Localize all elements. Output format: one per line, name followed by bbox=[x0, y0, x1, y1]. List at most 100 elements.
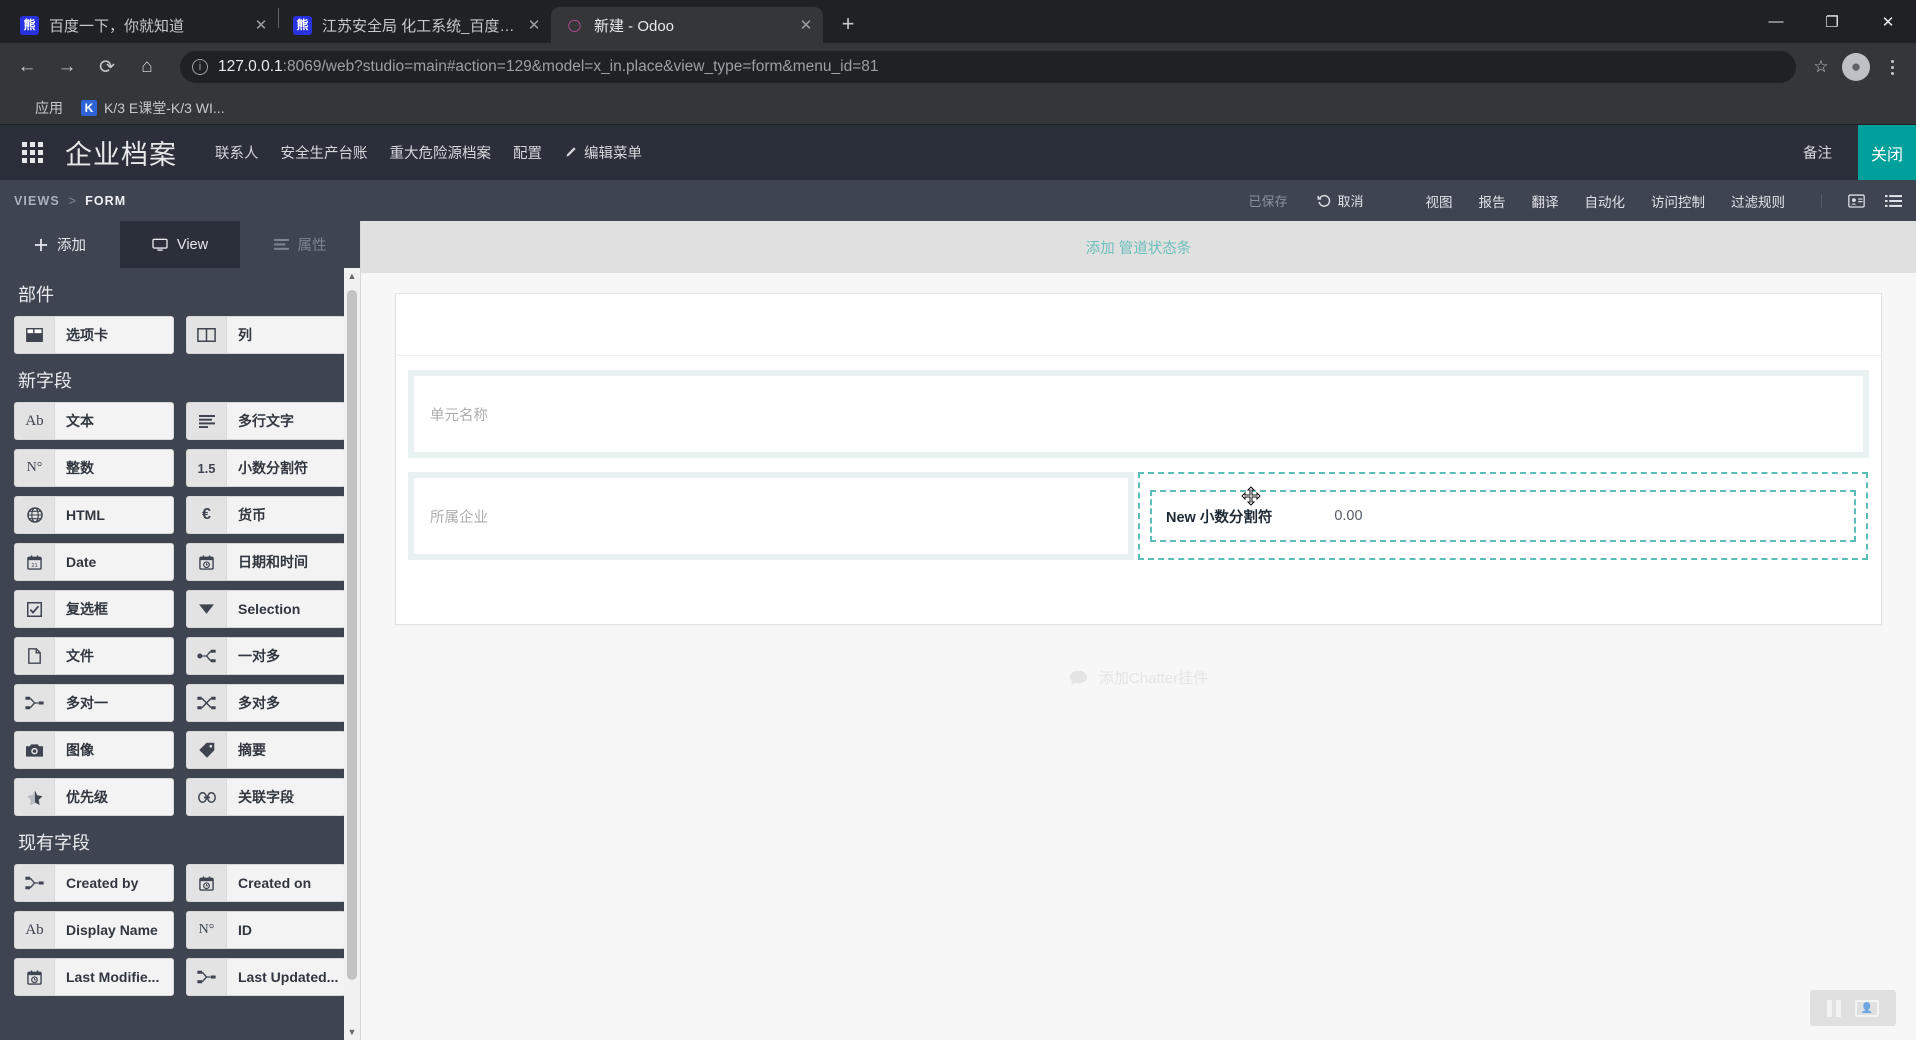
field-chip-html[interactable]: HTML bbox=[14, 496, 174, 534]
studio-link-views[interactable]: 视图 bbox=[1426, 191, 1453, 211]
field-chip-monetary[interactable]: € 货币 bbox=[186, 496, 346, 534]
studio-link-translations[interactable]: 翻译 bbox=[1532, 191, 1559, 211]
browser-tab-1[interactable]: 熊 百度一下，你就知道 ✕ bbox=[6, 7, 278, 43]
field-chip-tags[interactable]: 摘要 bbox=[186, 731, 346, 769]
field-company[interactable]: 所属企业 bbox=[408, 472, 1134, 560]
odoo-app: 企业档案 联系人 安全生产台账 重大危险源档案 配置 编辑菜单 备注 关闭 VI… bbox=[0, 125, 1916, 1040]
sidebar-scrollbar[interactable]: ▲ ▼ bbox=[344, 268, 360, 1040]
menu-edit-menus[interactable]: 编辑菜单 bbox=[564, 142, 642, 163]
existing-field-display-name[interactable]: Ab Display Name bbox=[14, 911, 174, 949]
field-new-decimal[interactable]: New 小数分割符 0.00 bbox=[1150, 486, 1856, 542]
menu-safety-ledger[interactable]: 安全生产台账 bbox=[281, 142, 368, 163]
sidebar-tab-properties[interactable]: 属性 bbox=[240, 221, 360, 268]
section-heading-widgets: 部件 bbox=[18, 285, 54, 305]
studio-save-group: 已保存 取消 bbox=[1248, 191, 1363, 210]
existing-field-created-by[interactable]: Created by bbox=[14, 864, 174, 902]
field-chip-date[interactable]: 21 Date bbox=[14, 543, 174, 581]
existing-field-last-modified[interactable]: Last Modifie... bbox=[14, 958, 174, 996]
move-cursor bbox=[1240, 486, 1262, 508]
field-label: 文件 bbox=[55, 638, 173, 674]
browser-menu-icon[interactable] bbox=[1878, 51, 1906, 83]
field-chip-many2one[interactable]: 多对一 bbox=[14, 684, 174, 722]
chatter-dropzone[interactable]: 添加Chatter挂件 bbox=[361, 667, 1916, 688]
widget-chip-columns[interactable]: 列 bbox=[186, 316, 346, 354]
field-new-value[interactable]: 0.00 bbox=[1334, 508, 1362, 524]
browser-tab-3-active[interactable]: ◯ 新建 - Odoo ✕ bbox=[551, 7, 823, 43]
list-view-icon[interactable] bbox=[1885, 194, 1902, 208]
site-info-icon[interactable]: i bbox=[192, 59, 208, 75]
breadcrumb-separator: > bbox=[68, 193, 77, 208]
field-chip-decimal[interactable]: 1.5 小数分割符 bbox=[186, 449, 346, 487]
minimize-icon[interactable]: — bbox=[1748, 0, 1804, 43]
widget-chip-tabs[interactable]: 选项卡 bbox=[14, 316, 174, 354]
studio-link-access-control[interactable]: 访问控制 bbox=[1651, 191, 1705, 211]
sheet-header-zone[interactable] bbox=[396, 294, 1881, 356]
back-icon[interactable]: ← bbox=[10, 50, 44, 84]
forward-icon[interactable]: → bbox=[50, 50, 84, 84]
profile-avatar[interactable]: ● bbox=[1842, 53, 1870, 81]
address-bar[interactable]: i 127.0.0.1:8069/web?studio=main#action=… bbox=[180, 51, 1796, 83]
field-chip-text[interactable]: Ab 文本 bbox=[14, 402, 174, 440]
field-chip-checkbox[interactable]: 复选框 bbox=[14, 590, 174, 628]
existing-field-last-updated[interactable]: Last Updated... bbox=[186, 958, 346, 996]
tab-title: 百度一下，你就知道 bbox=[49, 17, 185, 35]
existing-field-created-on[interactable]: Created on bbox=[186, 864, 346, 902]
field-chip-related[interactable]: 关联字段 bbox=[186, 778, 346, 816]
one2many-icon bbox=[187, 638, 227, 674]
field-chip-multiline[interactable]: 多行文字 bbox=[186, 402, 346, 440]
section-heading-existing-fields: 现有字段 bbox=[18, 833, 90, 853]
studio-link-reports[interactable]: 报告 bbox=[1479, 191, 1506, 211]
card-view-icon[interactable] bbox=[1848, 193, 1865, 208]
new-tab-button[interactable]: + bbox=[831, 7, 865, 41]
scroll-thumb[interactable] bbox=[347, 290, 357, 980]
close-icon[interactable]: ✕ bbox=[250, 14, 272, 36]
field-chip-integer[interactable]: N° 整数 bbox=[14, 449, 174, 487]
bookmark-apps[interactable]: 应用 bbox=[12, 98, 63, 118]
undo-button[interactable]: 取消 bbox=[1317, 191, 1364, 210]
sidebar-tab-view[interactable]: View bbox=[120, 221, 240, 268]
breadcrumb-views[interactable]: VIEWS bbox=[14, 194, 60, 208]
studio-link-automations[interactable]: 自动化 bbox=[1585, 191, 1626, 211]
text-ab-icon: Ab bbox=[15, 912, 55, 948]
scroll-up-arrow[interactable]: ▲ bbox=[348, 268, 357, 284]
bookmark-k3[interactable]: K K/3 E课堂-K/3 WI... bbox=[81, 98, 225, 118]
field-unit-name[interactable]: 单元名称 bbox=[408, 370, 1869, 458]
menu-contacts[interactable]: 联系人 bbox=[215, 142, 259, 163]
close-icon[interactable]: ✕ bbox=[795, 14, 817, 36]
close-icon[interactable]: ✕ bbox=[523, 14, 545, 36]
existing-field-id[interactable]: N° ID bbox=[186, 911, 346, 949]
field-chip-file[interactable]: 文件 bbox=[14, 637, 174, 675]
apps-grid-icon[interactable] bbox=[22, 142, 43, 163]
field-new-decimal-dropzone[interactable]: New 小数分割符 0.00 bbox=[1138, 472, 1868, 560]
notes-button[interactable]: 备注 bbox=[1803, 125, 1832, 180]
field-label: 图像 bbox=[55, 732, 173, 768]
maximize-icon[interactable]: ❐ bbox=[1804, 0, 1860, 43]
sidebar-tab-label: 属性 bbox=[297, 238, 327, 254]
field-chip-selection[interactable]: Selection bbox=[186, 590, 346, 628]
statusbar-dropzone[interactable]: 添加 管道状态条 bbox=[361, 221, 1916, 273]
studio-links: 视图 报告 翻译 自动化 访问控制 过滤规则 bbox=[1426, 191, 1786, 211]
k3-icon: K bbox=[81, 99, 97, 116]
sidebar-tab-add[interactable]: 添加 bbox=[0, 221, 120, 268]
field-chip-one2many[interactable]: 一对多 bbox=[186, 637, 346, 675]
menu-edit-label: 编辑菜单 bbox=[584, 146, 642, 162]
browser-tab-2[interactable]: 熊 江苏安全局 化工系统_百度搜索 ✕ bbox=[279, 7, 551, 43]
field-label: Last Modifie... bbox=[55, 959, 173, 995]
menu-major-hazard[interactable]: 重大危险源档案 bbox=[390, 142, 492, 163]
menu-configuration[interactable]: 配置 bbox=[513, 142, 542, 163]
recorder-widget[interactable]: 👤 bbox=[1810, 990, 1896, 1026]
window-close-icon[interactable]: ✕ bbox=[1860, 0, 1916, 43]
bookmark-star-icon[interactable]: ☆ bbox=[1806, 52, 1836, 82]
home-icon[interactable]: ⌂ bbox=[130, 50, 164, 84]
calendar-icon: 21 bbox=[15, 544, 55, 580]
pause-icon[interactable] bbox=[1827, 999, 1841, 1017]
studio-link-filter-rules[interactable]: 过滤规则 bbox=[1731, 191, 1785, 211]
field-chip-datetime[interactable]: 日期和时间 bbox=[186, 543, 346, 581]
field-chip-many2many[interactable]: 多对多 bbox=[186, 684, 346, 722]
scroll-down-arrow[interactable]: ▼ bbox=[348, 1024, 357, 1040]
field-chip-priority[interactable]: 优先级 bbox=[14, 778, 174, 816]
close-studio-button[interactable]: 关闭 bbox=[1858, 125, 1916, 180]
field-chip-image[interactable]: 图像 bbox=[14, 731, 174, 769]
reload-icon[interactable]: ⟳ bbox=[90, 50, 124, 84]
screen-icon[interactable]: 👤 bbox=[1855, 999, 1879, 1017]
